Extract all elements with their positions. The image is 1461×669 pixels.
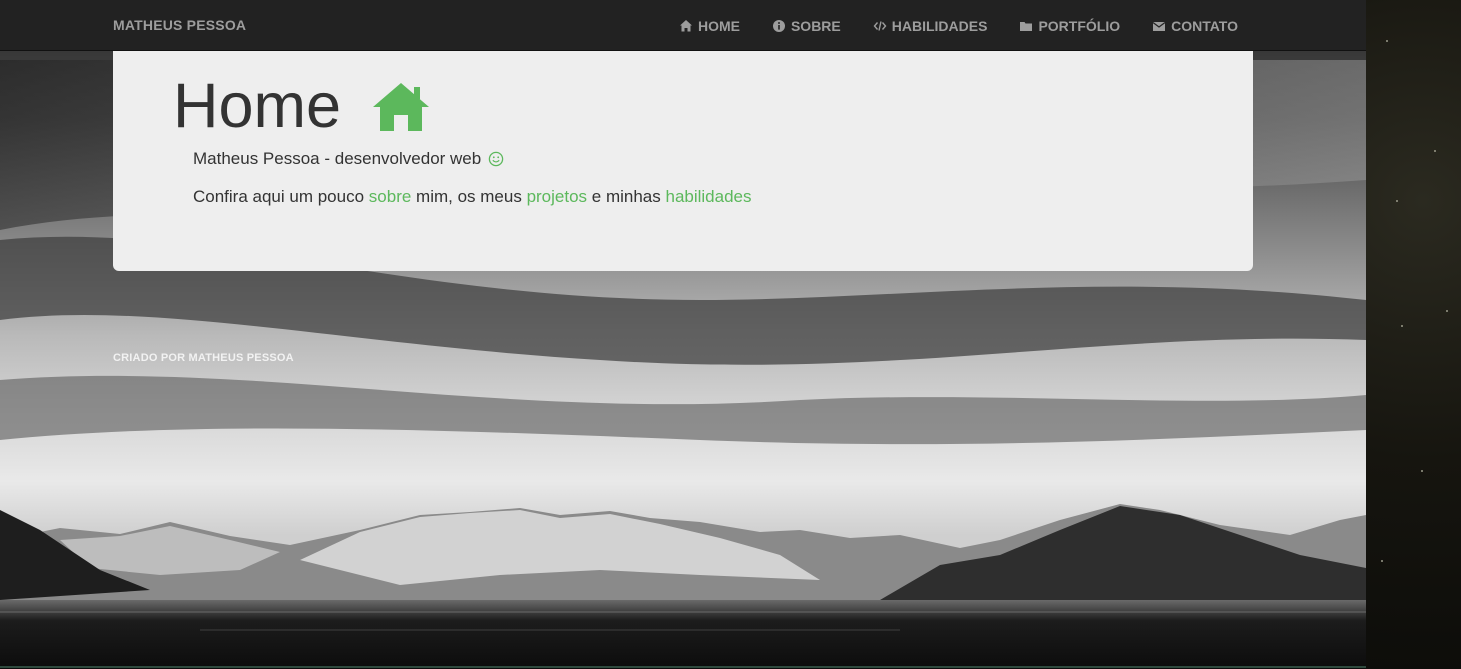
lead-part: Confira aqui um pouco [193,187,369,206]
page-title: Home [173,75,431,138]
info-icon [772,19,785,32]
nav-item-label: HABILIDADES [891,17,988,34]
background-space-strip [1366,0,1461,669]
brand-link[interactable]: MATHEUS PESSOA [113,17,246,33]
lead-part: e minhas [587,187,666,206]
jumbotron: Home Matheus Pessoa - desenvolvedor web … [113,51,1253,271]
nav-item-home[interactable]: HOME [679,18,740,34]
home-icon [679,19,692,31]
smile-icon [488,151,504,167]
home-icon [373,82,430,131]
lead-part: mim, os meus [411,187,527,206]
sobre-link[interactable]: sobre [369,187,412,206]
nav-item-portfolio[interactable]: PORTFÓLIO [1019,18,1120,34]
envelope-icon [1152,21,1166,31]
nav-item-label: CONTATO [1171,17,1238,34]
nav-item-label: PORTFÓLIO [1038,17,1121,34]
nav-item-habilidades[interactable]: HABILIDADES [873,17,988,34]
folder-icon [1020,21,1033,31]
nav-item-sobre[interactable]: SOBRE [772,18,841,34]
nav-item-label: SOBRE [790,17,841,34]
subtitle: Matheus Pessoa - desenvolvedor web [193,149,504,169]
projetos-link[interactable]: projetos [527,187,587,206]
nav-item-contato[interactable]: CONTATO [1152,18,1238,34]
code-icon [873,20,887,31]
nav-item-label: HOME [697,17,740,34]
navbar: MATHEUS PESSOA HOME SOBRE HABILIDADES PO… [0,0,1366,51]
footer-credit: CRIADO POR MATHEUS PESSOA [113,352,294,364]
nav-menu: HOME SOBRE HABILIDADES PORTFÓLIO CONTATO [647,0,1238,51]
habilidades-link[interactable]: habilidades [665,187,751,206]
page-title-text: Home [173,71,342,141]
lead-text: Confira aqui um pouco sobre mim, os meus… [193,187,752,207]
subtitle-text: Matheus Pessoa - desenvolvedor web [193,149,482,168]
